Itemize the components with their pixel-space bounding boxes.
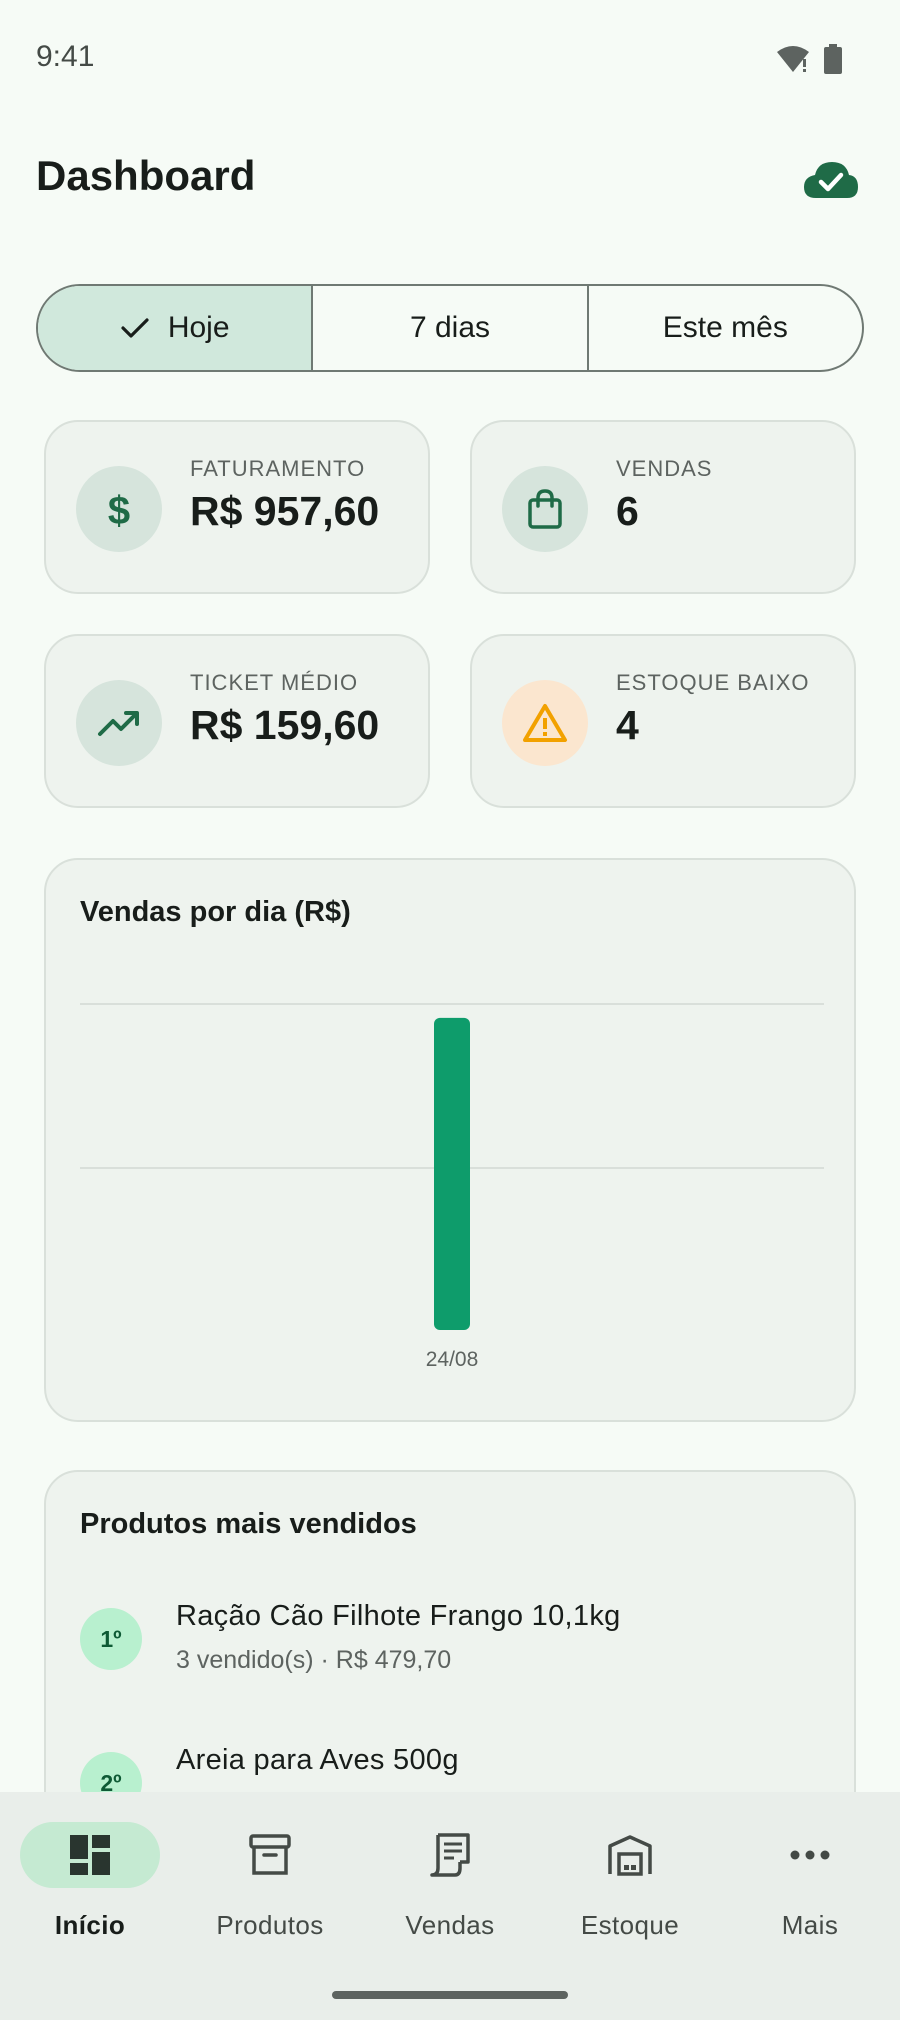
dollar-icon: $: [108, 489, 130, 532]
period-month-button[interactable]: Este mês: [589, 286, 862, 370]
stat-icon-wrap: [502, 680, 588, 766]
trending-up-icon: [98, 711, 139, 736]
status-bar: 9:41: [0, 0, 900, 116]
stat-label: TICKET MÉDIO: [190, 670, 359, 695]
home-indicator: [332, 1991, 568, 1999]
product-name: Ração Cão Filhote Frango 10,1kg: [176, 1600, 621, 1632]
stat-label: FATURAMENTO: [190, 456, 366, 481]
wifi-icon: [777, 46, 809, 72]
top-product-item[interactable]: 1º Ração Cão Filhote Frango 10,1kg 3 ven…: [80, 1600, 820, 1690]
stat-card-revenue[interactable]: $ FATURAMENTO R$ 957,60: [44, 420, 430, 594]
page-title: Dashboard: [36, 152, 256, 199]
stat-card-avg-ticket[interactable]: TICKET MÉDIO R$ 159,60: [44, 634, 430, 808]
nav-label: Mais: [781, 1910, 839, 1940]
screen: 9:41 Dashboard Hoje 7 dias Este mês $ FA…: [0, 0, 900, 2020]
cloud-synced-icon[interactable]: [802, 156, 860, 202]
chart-x-tick-label: 24/08: [426, 1348, 479, 1371]
status-icons: [776, 44, 842, 74]
period-month-label: Este mês: [662, 311, 788, 344]
battery-icon: [824, 44, 842, 74]
nav-pill: [740, 1822, 880, 1888]
nav-pill: [380, 1822, 520, 1888]
archive-box-icon: [249, 1834, 291, 1875]
shopping-bag-icon: [528, 489, 562, 529]
sales-bar-chart: 24/08: [80, 1003, 824, 1371]
period-today-label: Hoje: [167, 311, 230, 344]
stat-card-sales[interactable]: VENDAS 6: [470, 420, 856, 594]
warning-icon: [523, 704, 567, 742]
nav-item-vendas[interactable]: Vendas: [360, 1792, 540, 1942]
stat-label: ESTOQUE BAIXO: [616, 670, 810, 695]
stat-value: R$ 159,60: [190, 702, 380, 748]
period-7days-button[interactable]: 7 dias: [313, 286, 589, 370]
nav-pill: [20, 1822, 160, 1888]
nav-label: Produtos: [216, 1910, 324, 1940]
stat-icon-wrap: [502, 466, 588, 552]
stat-value: 4: [616, 702, 639, 748]
nav-label: Início: [54, 1910, 126, 1940]
nav-label: Estoque: [580, 1910, 680, 1940]
bottom-navigation: Início Produtos Vendas Estoque Mais: [0, 1792, 900, 2020]
nav-item-inicio[interactable]: Início: [0, 1792, 180, 1942]
nav-item-mais[interactable]: Mais: [720, 1792, 900, 1942]
nav-pill: [560, 1822, 700, 1888]
product-meta: 3 vendido(s) · R$ 479,70: [176, 1646, 452, 1674]
nav-item-estoque[interactable]: Estoque: [540, 1792, 720, 1942]
status-time: 9:41: [36, 40, 95, 73]
period-7days-label: 7 dias: [409, 311, 491, 344]
nav-pill: [200, 1822, 340, 1888]
more-horizontal-icon: [790, 1850, 830, 1860]
nav-item-produtos[interactable]: Produtos: [180, 1792, 360, 1942]
dashboard-icon: [70, 1835, 110, 1875]
stat-label: VENDAS: [616, 456, 713, 481]
stat-card-low-stock[interactable]: ESTOQUE BAIXO 4: [470, 634, 856, 808]
chart-bar: [434, 1017, 470, 1330]
svg-text:$: $: [108, 489, 130, 532]
stat-icon-wrap: [76, 680, 162, 766]
rank-badge: 1º: [80, 1608, 142, 1670]
warehouse-icon: [608, 1835, 652, 1876]
check-icon: [121, 318, 149, 338]
sales-chart-card: Vendas por dia (R$) 24/08: [44, 858, 856, 1422]
stat-value: 6: [616, 488, 639, 534]
product-name: Areia para Aves 500g: [176, 1744, 459, 1776]
period-filter: Hoje 7 dias Este mês: [36, 284, 864, 372]
nav-label: Vendas: [405, 1910, 495, 1940]
stat-icon-wrap: $: [76, 466, 162, 552]
period-today-button[interactable]: Hoje: [38, 286, 314, 370]
stat-value: R$ 957,60: [190, 488, 380, 534]
receipt-icon: [430, 1833, 470, 1877]
top-products-title: Produtos mais vendidos: [80, 1508, 417, 1540]
